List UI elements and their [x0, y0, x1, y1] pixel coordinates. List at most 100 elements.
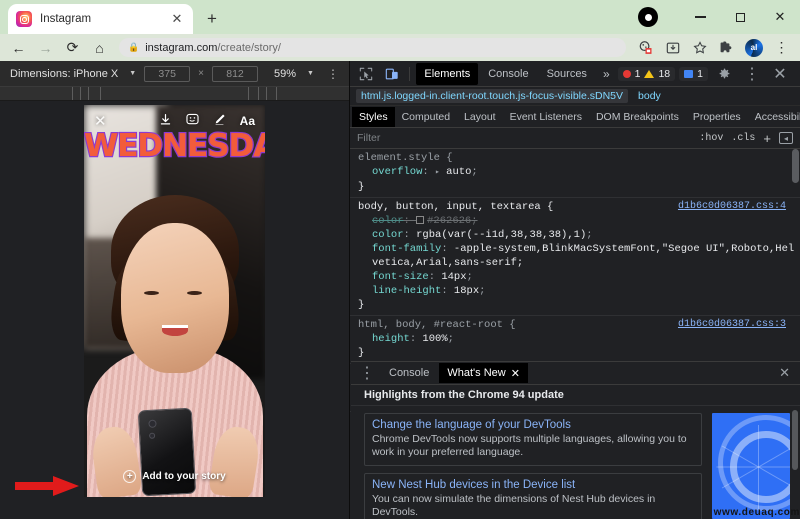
omnibox-path: /create/story/: [217, 41, 281, 54]
cls-toggle[interactable]: .cls: [731, 133, 755, 144]
card-title[interactable]: Change the language of your DevTools: [372, 419, 694, 431]
browser-toolbar: ← → ⟳ ⌂ 🔒 instagram.com/create/story/ al…: [0, 34, 800, 61]
style-rule[interactable]: element.style { overflow: ▸ auto; }: [350, 149, 800, 198]
tab-elements[interactable]: Elements: [416, 62, 479, 85]
new-tab-button[interactable]: +: [199, 6, 225, 32]
rule-selector[interactable]: element.style: [358, 151, 440, 165]
drawer-menu-icon[interactable]: ⋮: [355, 362, 379, 384]
declaration-value[interactable]: 100%: [422, 333, 447, 345]
declaration-property[interactable]: font-size: [372, 271, 429, 283]
drawer-scrollbar[interactable]: [792, 410, 798, 470]
declaration-property[interactable]: color: [372, 215, 404, 227]
viewport-ruler: [0, 87, 349, 101]
profile-badge-icon[interactable]: [638, 7, 658, 27]
maximize-button[interactable]: [720, 0, 760, 34]
close-icon[interactable]: ✕: [511, 367, 520, 380]
device-emulation-pane: Dimensions: iPhone X ▼ 375 × 812 59% ▼ ⋮: [0, 61, 350, 519]
text-icon[interactable]: Aa: [240, 114, 255, 128]
card-body: Chrome DevTools now supports multiple la…: [372, 433, 687, 458]
profile-avatar[interactable]: al: [745, 38, 763, 57]
declaration-value[interactable]: auto: [446, 166, 471, 178]
rule-source-link[interactable]: d1b6c0d06387.css:4: [678, 200, 792, 214]
install-app-icon[interactable]: [660, 35, 685, 60]
declaration-property[interactable]: font-family: [372, 243, 441, 255]
back-icon[interactable]: ←: [6, 35, 31, 60]
styles-subtabs: Styles Computed Layout Event Listeners D…: [350, 106, 800, 128]
more-tabs-icon[interactable]: »: [597, 67, 616, 81]
drawer-tab-whats-new-label: What's New: [447, 367, 506, 379]
device-zoom-select[interactable]: 59%: [274, 68, 296, 80]
home-icon[interactable]: ⌂: [87, 35, 112, 60]
extensions-icon[interactable]: [714, 35, 739, 60]
devtools-menu-icon[interactable]: ⋮: [740, 63, 764, 85]
card-body: You can now simulate the dimensions of N…: [372, 493, 656, 518]
toggle-device-toolbar-icon[interactable]: [380, 63, 404, 85]
drawer-heading: Highlights from the Chrome 94 update: [351, 385, 800, 406]
declaration-value[interactable]: 18px: [454, 285, 479, 297]
reload-icon[interactable]: ⟳: [60, 35, 85, 60]
expand-icon[interactable]: ▸: [435, 168, 440, 177]
declaration-value[interactable]: 14px: [441, 271, 466, 283]
styles-filter-input[interactable]: Filter: [357, 132, 380, 144]
breadcrumb-html[interactable]: html.js.logged-in.client-root.touch.js-f…: [356, 89, 629, 103]
close-icon[interactable]: ✕: [169, 11, 185, 27]
gear-icon[interactable]: [712, 63, 736, 85]
drawer-tab-whats-new[interactable]: What's New ✕: [439, 363, 528, 383]
device-height-input[interactable]: 812: [212, 65, 259, 82]
styles-filter-row: Filter :hov .cls + ◂: [350, 128, 800, 149]
forward-icon[interactable]: →: [33, 35, 58, 60]
drawer-close-icon[interactable]: ✕: [779, 365, 796, 381]
download-icon[interactable]: [159, 113, 172, 129]
declaration-property[interactable]: height: [372, 333, 410, 345]
device-width-input[interactable]: 375: [144, 65, 191, 82]
messages-badge[interactable]: 1: [679, 66, 708, 81]
cookie-blocked-icon[interactable]: [633, 35, 658, 60]
subtab-event-listeners[interactable]: Event Listeners: [503, 107, 589, 127]
declaration-property[interactable]: line-height: [372, 285, 441, 297]
subtab-styles[interactable]: Styles: [352, 106, 395, 127]
instagram-story-canvas[interactable]: ✕ Aa WEDNESDAY WEDNESDAY +: [84, 105, 265, 497]
tab-console[interactable]: Console: [480, 63, 536, 85]
inspect-element-icon[interactable]: [354, 63, 378, 85]
address-bar[interactable]: 🔒 instagram.com/create/story/: [119, 38, 626, 57]
subtab-layout[interactable]: Layout: [457, 107, 503, 127]
rule-selector[interactable]: body, button, input, textarea: [358, 200, 541, 214]
draw-icon[interactable]: [213, 113, 226, 129]
hov-toggle[interactable]: :hov: [699, 133, 723, 144]
error-count: 1: [634, 67, 641, 80]
declaration: overflow: ▸ auto;: [372, 166, 478, 178]
rule-selector[interactable]: html, body, #react-root: [358, 318, 503, 332]
whats-new-card[interactable]: Change the language of your DevTools Chr…: [364, 413, 702, 466]
sticker-icon[interactable]: [186, 113, 199, 129]
chrome-menu-icon[interactable]: ⋮: [769, 35, 794, 60]
declaration-property[interactable]: overflow: [372, 166, 422, 178]
bookmark-star-icon[interactable]: [687, 35, 712, 60]
declaration-value[interactable]: rgba(var(--i1d,38,38,38),1): [416, 229, 586, 241]
card-title[interactable]: New Nest Hub devices in the Device list: [372, 479, 694, 491]
add-to-your-story-button[interactable]: + Add to your story: [84, 470, 265, 483]
declaration-value[interactable]: #262626: [427, 215, 471, 227]
tab-sources[interactable]: Sources: [539, 63, 595, 85]
whats-new-card[interactable]: New Nest Hub devices in the Device list …: [364, 473, 702, 519]
omnibox-host: instagram.com: [145, 41, 218, 54]
breadcrumb-body[interactable]: body: [638, 90, 661, 102]
rule-source-link[interactable]: d1b6c0d06387.css:3: [678, 318, 792, 332]
subtab-computed[interactable]: Computed: [395, 107, 457, 127]
drawer-tab-console[interactable]: Console: [381, 363, 437, 383]
subtab-accessibility[interactable]: Accessibility: [748, 107, 800, 127]
new-style-rule-button[interactable]: +: [763, 131, 771, 146]
computed-sidebar-toggle-icon[interactable]: ◂: [779, 132, 793, 144]
device-options-menu-icon[interactable]: ⋮: [327, 68, 339, 80]
subtab-properties[interactable]: Properties: [686, 107, 748, 127]
issues-badges[interactable]: 1 18: [617, 66, 676, 81]
device-dimensions-select[interactable]: Dimensions: iPhone X: [10, 68, 118, 80]
devtools-close-icon[interactable]: ✕: [768, 63, 792, 85]
declaration-property[interactable]: color: [372, 229, 404, 241]
style-rule[interactable]: html, body, #react-root { d1b6c0d06387.c…: [350, 316, 800, 364]
subtab-dom-breakpoints[interactable]: DOM Breakpoints: [589, 107, 686, 127]
styles-scrollbar[interactable]: [792, 149, 799, 183]
browser-tab-instagram[interactable]: Instagram ✕: [8, 4, 193, 34]
minimize-button[interactable]: [680, 0, 720, 34]
style-rule[interactable]: body, button, input, textarea { d1b6c0d0…: [350, 198, 800, 316]
window-close-button[interactable]: ✕: [760, 0, 800, 34]
